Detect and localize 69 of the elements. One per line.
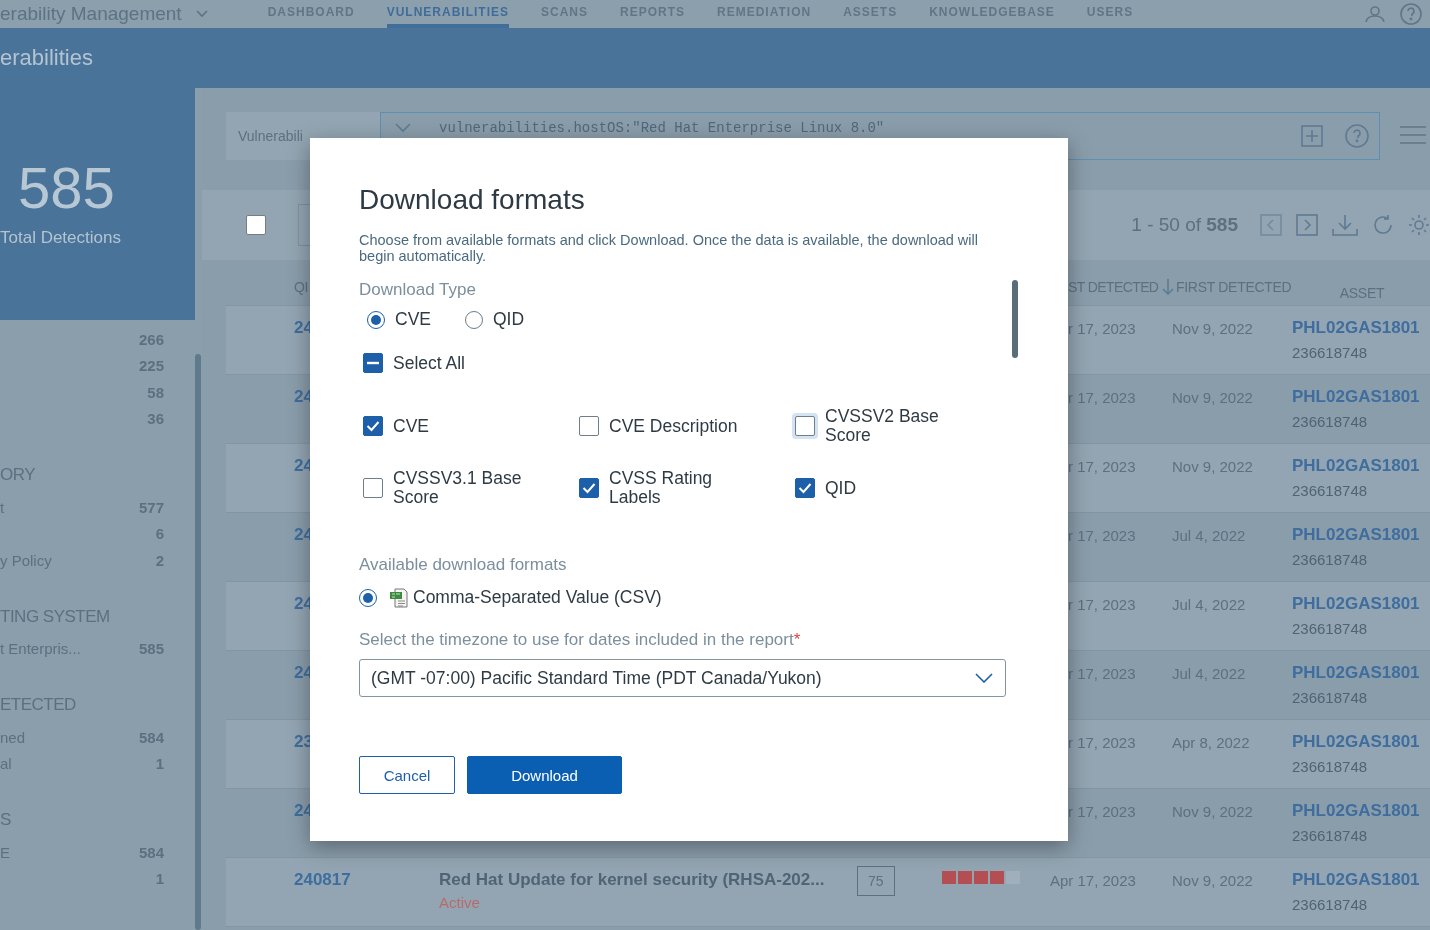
checkbox-label[interactable]: CVE Description	[609, 416, 738, 436]
checkbox[interactable]	[363, 416, 383, 436]
scrollbar[interactable]	[1012, 280, 1018, 358]
checkbox[interactable]	[579, 416, 599, 436]
detection-label: Total Detections	[0, 228, 122, 248]
radio-label[interactable]: QID	[493, 309, 525, 330]
required-mark: *	[793, 630, 801, 649]
csv-file-icon	[389, 587, 409, 608]
checkbox[interactable]	[579, 478, 599, 498]
download-button[interactable]: Download	[467, 756, 622, 794]
asset-id: 236618748	[1292, 482, 1369, 499]
checkbox[interactable]	[795, 478, 815, 498]
asset-link[interactable]: PHL02GAS1801	[1292, 732, 1430, 752]
field-label: Select the timezone to use for dates included in the report	[359, 630, 794, 649]
minus-icon	[367, 361, 379, 365]
asset-id: 236618748	[1292, 758, 1369, 775]
asset-link[interactable]: PHL02GAS1801	[1292, 801, 1430, 821]
vulnerability-title[interactable]: Red Hat Update for kernel security (RHSA-202...	[439, 870, 857, 890]
asset-id: 236618748	[1292, 827, 1369, 844]
dialog-title: Download formats	[359, 184, 586, 216]
settings-icon[interactable]	[1408, 214, 1430, 236]
user-icon[interactable]	[1364, 6, 1386, 22]
help-icon[interactable]	[1400, 3, 1422, 25]
detection-count: 585	[17, 154, 116, 222]
section-label: Available download formats	[359, 555, 568, 575]
chevron-down-icon[interactable]	[975, 673, 993, 683]
asset-link[interactable]: PHL02GAS1801	[1292, 663, 1430, 683]
cancel-button[interactable]: Cancel	[359, 756, 455, 794]
checkbox-label[interactable]: CVE	[393, 416, 429, 436]
checkbox[interactable]	[363, 478, 383, 498]
menu-icon[interactable]	[1400, 126, 1426, 144]
dialog-description: Choose from available formats and click Download. Once the data is available, the download will begin automatically.	[359, 232, 979, 264]
page-title: erabilities	[0, 45, 93, 71]
checkbox-label[interactable]: Select All	[393, 353, 465, 373]
refresh-icon[interactable]	[1372, 214, 1394, 236]
section-label: Download Type	[359, 280, 477, 300]
scrollbar[interactable]	[195, 354, 201, 930]
checkbox-label[interactable]: CVSSV3.1 Base Score	[393, 469, 543, 507]
status-label: Active	[439, 894, 481, 911]
radio-label[interactable]: CVE	[395, 309, 431, 330]
checkbox-label[interactable]: CVSSV2 Base Score	[825, 407, 975, 445]
asset-link[interactable]: PHL02GAS1801	[1292, 387, 1430, 407]
asset-link[interactable]: PHL02GAS1801	[1292, 525, 1430, 545]
checkmark-icon	[582, 482, 596, 494]
asset-id: 236618748	[1292, 413, 1369, 430]
asset-id: 236618748	[1292, 620, 1369, 637]
asset-link[interactable]: PHL02GAS1801	[1292, 318, 1430, 338]
timezone-dropdown[interactable]: (GMT -07:00) Pacific Standard Time (PDT Canada/Yukon)	[359, 659, 1006, 697]
asset-link[interactable]: PHL02GAS1801	[1292, 456, 1430, 476]
help-icon[interactable]	[1345, 124, 1369, 148]
asset-link[interactable]: PHL02GAS1801	[1292, 870, 1430, 890]
add-icon[interactable]	[1301, 125, 1323, 147]
asset-id: 236618748	[1292, 896, 1369, 913]
asset-link[interactable]: PHL02GAS1801	[1292, 594, 1430, 614]
qid-link[interactable]: 240817	[294, 858, 439, 890]
checkmark-icon	[366, 420, 380, 432]
chevron-left-icon[interactable]	[1260, 214, 1282, 236]
checkbox[interactable]	[363, 353, 383, 373]
checkbox[interactable]	[246, 215, 266, 235]
checkmark-icon	[798, 482, 812, 494]
radio-label[interactable]: Comma-Separated Value (CSV)	[413, 587, 662, 608]
asset-id: 236618748	[1292, 344, 1369, 361]
checkbox-label[interactable]: QID	[825, 478, 857, 498]
chevron-right-icon[interactable]	[1296, 214, 1318, 236]
asset-id: 236618748	[1292, 551, 1369, 568]
download-icon[interactable]	[1332, 214, 1358, 236]
asset-id: 236618748	[1292, 689, 1369, 706]
checkbox-label[interactable]: CVSS Rating Labels	[609, 469, 759, 507]
arrow-down-icon[interactable]	[1162, 278, 1175, 295]
